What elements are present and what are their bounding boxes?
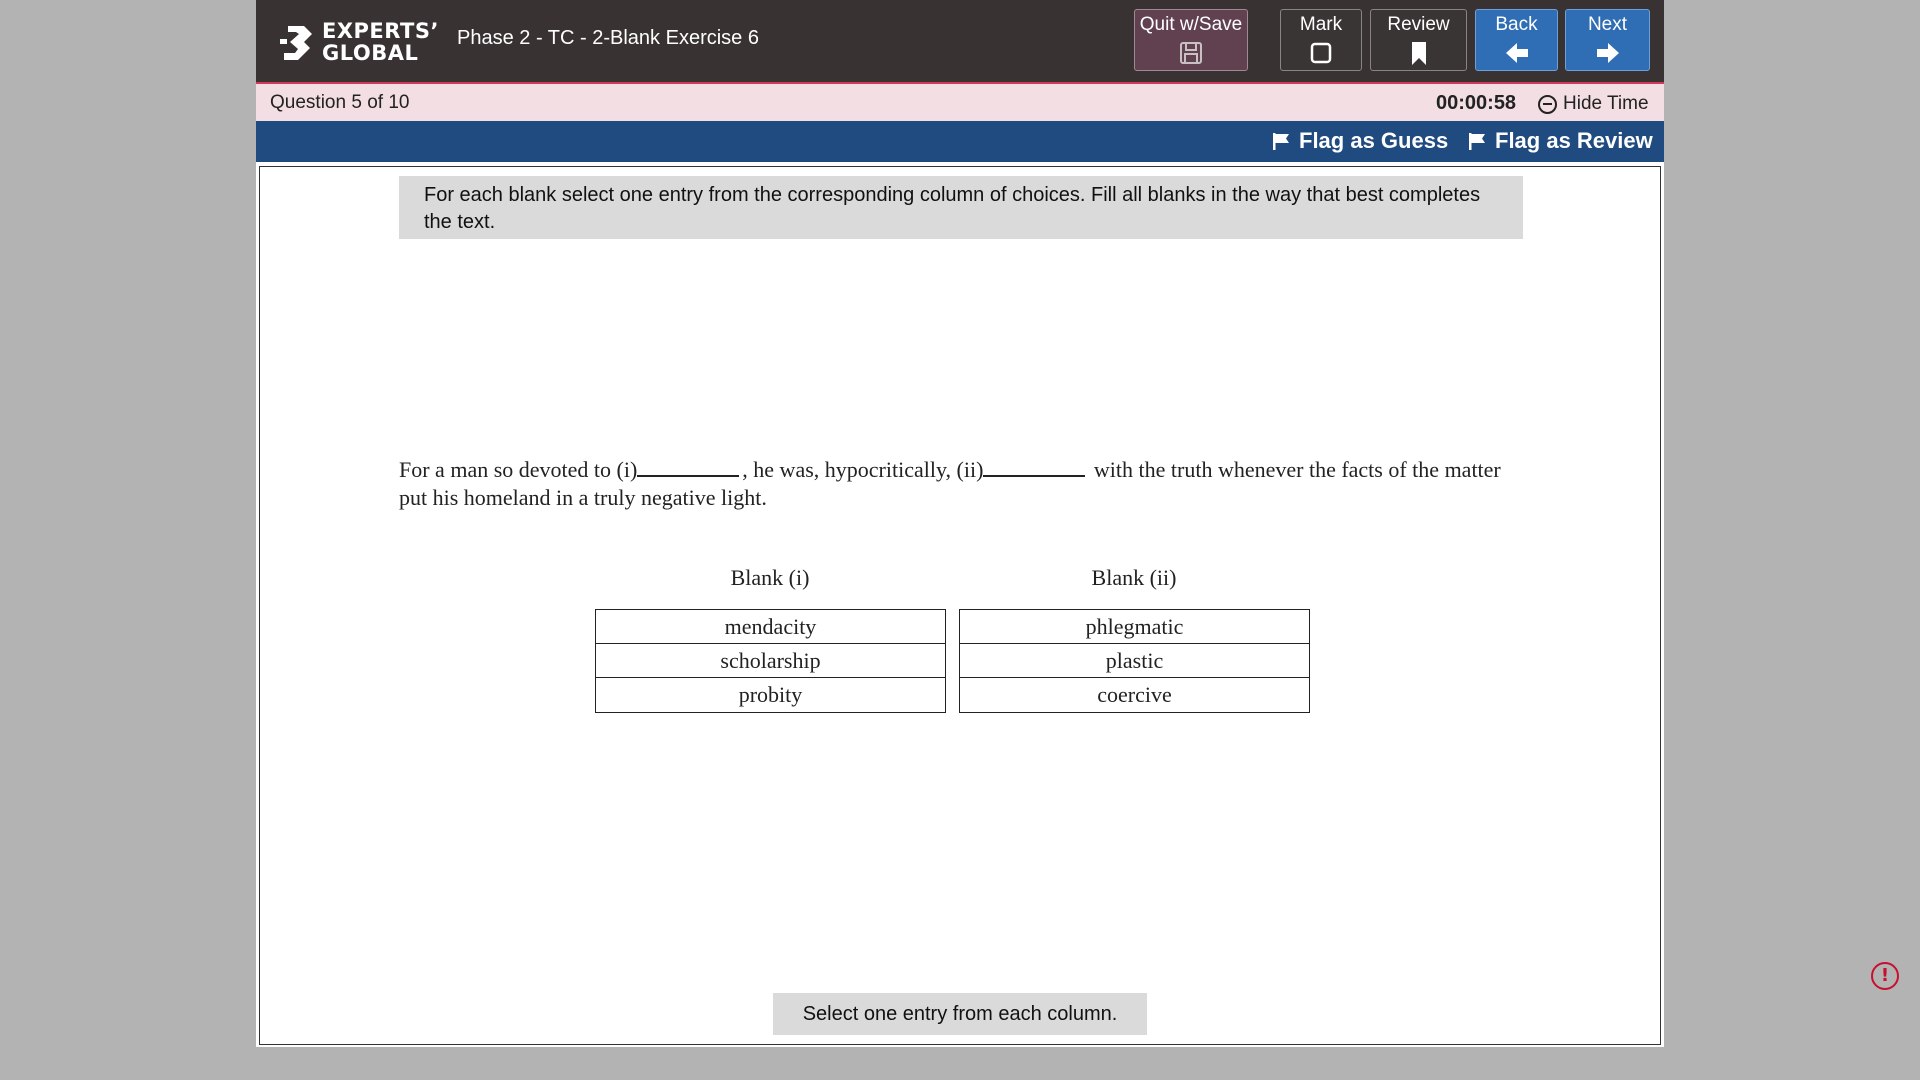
hide-time-button[interactable]: Hide Time (1538, 93, 1649, 115)
blank-ii (983, 457, 1086, 477)
blank-i-heading: Blank (i) (730, 565, 810, 590)
mark-button[interactable]: Mark (1280, 9, 1362, 71)
experts-global-logo: EXPERTS’ GLOBAL (278, 18, 438, 66)
question-current: 5 (351, 92, 362, 113)
save-icon (1180, 42, 1202, 64)
arrow-left-icon (1505, 43, 1528, 63)
flag-bar: Flag as Guess Flag as Review (256, 121, 1664, 162)
choice-probity[interactable]: probity (596, 678, 945, 712)
flag-as-guess-label: Flag as Guess (1299, 128, 1449, 153)
blank-i (637, 457, 740, 477)
choice-plastic[interactable]: plastic (960, 644, 1309, 678)
question-of: of (367, 92, 384, 113)
back-label: Back (1495, 14, 1538, 35)
test-app: EXPERTS’ GLOBAL Phase 2 - TC - 2-Blank E… (256, 0, 1664, 1047)
flag-as-review-label: Flag as Review (1495, 128, 1653, 153)
header-bar: EXPERTS’ GLOBAL Phase 2 - TC - 2-Blank E… (256, 0, 1664, 82)
quit-save-label: Quit w/Save (1139, 14, 1243, 35)
blank-i-choices: mendacity scholarship probity (595, 609, 946, 713)
checkbox-icon (1310, 42, 1332, 64)
logo-mark-icon (280, 26, 312, 60)
choice-scholarship[interactable]: scholarship (596, 644, 945, 678)
bookmark-icon (1411, 42, 1426, 65)
timer: 00:00:58 (1436, 92, 1517, 114)
question-prefix: Question (270, 92, 347, 113)
passage-part1: For a man so devoted to (i) (399, 457, 638, 482)
question-content: For each blank select one entry from the… (259, 166, 1661, 1045)
next-label: Next (1587, 14, 1628, 35)
status-message: Select one entry from each column. (773, 993, 1147, 1035)
question-status-bar: Question 5 of 10 00:00:58 Hide Time (256, 82, 1664, 121)
mark-label: Mark (1299, 14, 1343, 35)
flag-as-guess-button[interactable]: Flag as Guess (1271, 128, 1448, 154)
alert-icon[interactable]: ! (1871, 962, 1899, 990)
back-button[interactable]: Back (1475, 9, 1558, 71)
flag-as-review-button[interactable]: Flag as Review (1467, 128, 1653, 154)
arrow-right-icon (1596, 43, 1619, 63)
passage-text: For a man so devoted to (i) , he was, hyp… (399, 456, 1519, 512)
flag-icon (1469, 133, 1485, 150)
quit-save-button[interactable]: Quit w/Save (1134, 9, 1248, 71)
next-button[interactable]: Next (1565, 9, 1650, 71)
hide-time-label: Hide Time (1563, 93, 1649, 114)
instructions: For each blank select one entry from the… (399, 176, 1523, 239)
minus-circle-icon (1538, 94, 1557, 114)
choice-phlegmatic[interactable]: phlegmatic (960, 610, 1309, 644)
logo-text-line1: EXPERTS’ (322, 19, 439, 43)
flag-icon (1273, 133, 1289, 150)
exam-title: Phase 2 - TC - 2-Blank Exercise 6 (457, 27, 759, 49)
blank-ii-heading: Blank (ii) (1091, 565, 1177, 590)
review-button[interactable]: Review (1370, 9, 1467, 71)
choice-mendacity[interactable]: mendacity (596, 610, 945, 644)
choice-coercive[interactable]: coercive (960, 678, 1309, 712)
logo-text-line2: GLOBAL (322, 41, 419, 65)
review-label: Review (1387, 14, 1450, 35)
passage-part2: , he was, hypocritically, (ii) (742, 457, 984, 482)
question-total: 10 (388, 92, 410, 113)
blank-ii-choices: phlegmatic plastic coercive (959, 609, 1310, 713)
question-counter: Question 5 of 10 (270, 92, 409, 114)
